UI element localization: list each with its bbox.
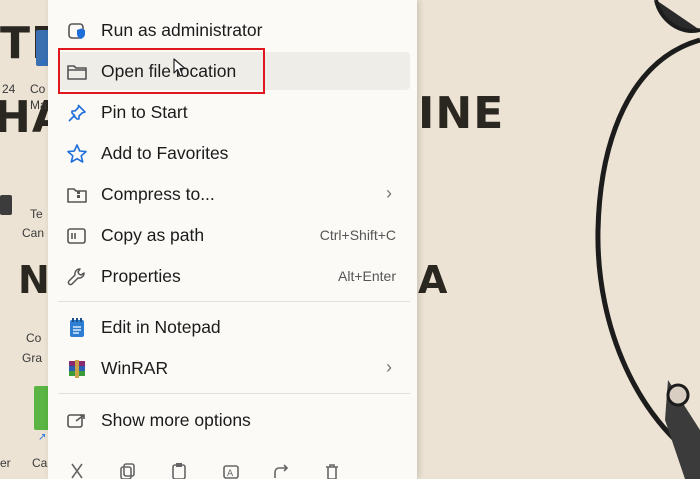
desktop-icon-label: Gra xyxy=(22,351,43,365)
share-options-icon xyxy=(66,410,88,432)
wallpaper-text-ine: INE xyxy=(418,88,505,139)
menu-item-label: Compress to... xyxy=(101,184,215,204)
desktop-icon-label: Can xyxy=(22,226,45,240)
quick-actions-bar: A xyxy=(58,456,410,479)
rename-icon[interactable]: A xyxy=(222,462,240,479)
wallpaper-character-illustration xyxy=(595,0,700,479)
menu-item-show-more-options[interactable]: Show more options xyxy=(58,401,410,439)
menu-separator xyxy=(58,393,410,394)
menu-item-label: Run as administrator xyxy=(101,20,263,40)
submenu-chevron-icon: › xyxy=(386,183,392,203)
shortcut-arrow-icon: ↗ xyxy=(38,58,47,69)
menu-item-properties[interactable]: Properties Alt+Enter xyxy=(58,257,410,295)
menu-item-label: Show more options xyxy=(101,410,251,430)
desktop-icon-label: Co xyxy=(26,331,42,345)
menu-item-label: Add to Favorites xyxy=(101,143,229,163)
desktop-icon-label: Te xyxy=(30,207,43,221)
cut-icon[interactable] xyxy=(68,462,86,479)
desktop-icon[interactable] xyxy=(0,195,12,215)
zip-folder-icon xyxy=(66,184,88,206)
menu-item-compress-to[interactable]: Compress to... › xyxy=(58,175,410,213)
mouse-cursor-icon xyxy=(173,58,186,77)
keyboard-shortcut-label: Ctrl+Shift+C xyxy=(319,227,396,243)
desktop-icon-label: Ma xyxy=(30,98,47,112)
menu-item-run-as-administrator[interactable]: Run as administrator xyxy=(58,11,410,49)
menu-item-copy-as-path[interactable]: Copy as path Ctrl+Shift+C xyxy=(58,216,410,254)
annotation-highlight-box xyxy=(58,48,265,94)
desktop-icon-label: Ca xyxy=(32,456,48,470)
menu-item-label: Pin to Start xyxy=(101,102,188,122)
menu-item-edit-in-notepad[interactable]: Edit in Notepad xyxy=(58,308,410,346)
submenu-chevron-icon: › xyxy=(386,357,392,377)
copy-icon[interactable] xyxy=(118,462,136,479)
shield-app-icon xyxy=(66,20,88,42)
keyboard-shortcut-label: Alt+Enter xyxy=(338,268,396,284)
star-icon xyxy=(66,143,88,165)
menu-item-label: Properties xyxy=(101,266,181,286)
wallpaper-text-a: A xyxy=(418,258,449,302)
notepad-icon xyxy=(66,317,88,339)
svg-text:A: A xyxy=(227,469,234,479)
menu-item-label: WinRAR xyxy=(101,358,169,378)
shortcut-arrow-icon: ↗ xyxy=(38,432,47,443)
copy-path-icon xyxy=(66,225,88,247)
desktop-icon-label: er xyxy=(0,456,11,470)
menu-item-winrar[interactable]: WinRAR › xyxy=(58,349,410,387)
menu-separator xyxy=(58,301,410,302)
desktop-icon-label: 24 xyxy=(2,82,16,96)
menu-item-label: Edit in Notepad xyxy=(101,317,221,337)
desktop-icon-label: Co xyxy=(30,82,46,96)
pin-icon xyxy=(66,102,88,124)
share-icon[interactable] xyxy=(272,462,290,479)
menu-item-pin-to-start[interactable]: Pin to Start xyxy=(58,93,410,131)
menu-item-add-to-favorites[interactable]: Add to Favorites xyxy=(58,134,410,172)
menu-item-label: Copy as path xyxy=(101,225,205,245)
winrar-icon xyxy=(66,358,88,380)
delete-icon[interactable] xyxy=(323,462,341,479)
paste-icon[interactable] xyxy=(170,462,188,479)
wallpaper-text-n: N xyxy=(18,258,51,302)
wrench-icon xyxy=(66,266,88,288)
